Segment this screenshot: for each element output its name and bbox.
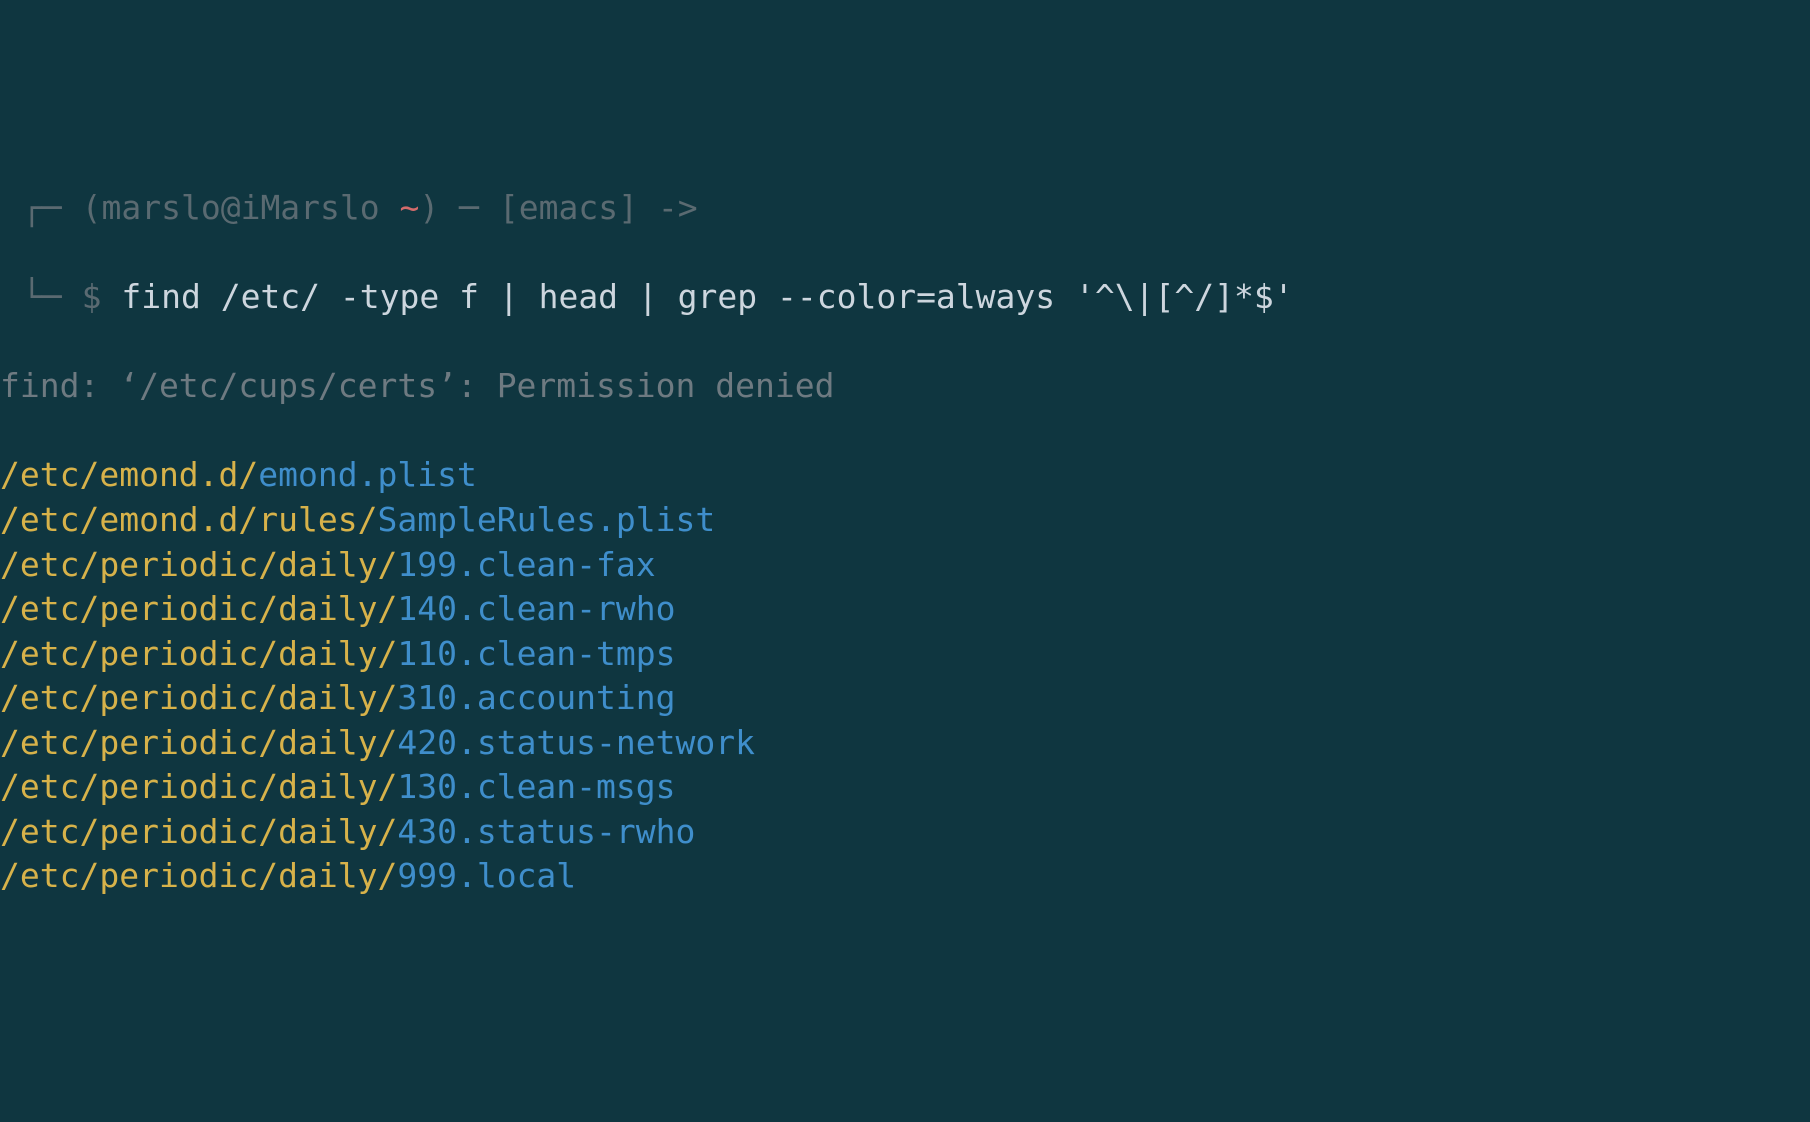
arrow-icon: ->	[658, 188, 698, 227]
error-line: find: ‘/etc/cups/certs’: Permission deni…	[0, 364, 1810, 409]
path-dir: /etc/periodic/daily/	[0, 856, 397, 895]
output-line: /etc/emond.d/rules/SampleRules.plist	[0, 498, 1810, 543]
paren-open: (	[82, 188, 102, 227]
corner-bottom-icon: └	[22, 277, 42, 316]
path-basename: SampleRules.plist	[378, 500, 716, 539]
output-line: /etc/periodic/daily/420.status-network	[0, 721, 1810, 766]
bracket-open: [	[499, 188, 519, 227]
path-dir: /etc/emond.d/	[0, 455, 258, 494]
prompt-line-2[interactable]: └─ $ find /etc/ -type f | head | grep --…	[0, 275, 1810, 320]
output-line: /etc/periodic/daily/140.clean-rwho	[0, 587, 1810, 632]
bracket-close: ]	[618, 188, 638, 227]
path-dir: /etc/periodic/daily/	[0, 678, 397, 717]
corner-top-icon: ┌	[22, 188, 42, 227]
path-dir: /etc/periodic/daily/	[0, 812, 397, 851]
path-basename: 420.status-network	[397, 723, 755, 762]
path-dir: /etc/periodic/daily/	[0, 545, 397, 584]
path-dir: /etc/emond.d/rules/	[0, 500, 378, 539]
command-input[interactable]: find /etc/ -type f | head | grep --color…	[121, 277, 1293, 316]
output-line: /etc/emond.d/emond.plist	[0, 453, 1810, 498]
path-basename: 999.local	[397, 856, 576, 895]
path-basename: 130.clean-msgs	[397, 767, 675, 806]
paren-close: )	[419, 188, 439, 227]
output-line: /etc/periodic/daily/110.clean-tmps	[0, 632, 1810, 677]
path-basename: 430.status-rwho	[397, 812, 695, 851]
user-host: marslo@iMarslo	[102, 188, 400, 227]
dash-icon: ─	[459, 188, 479, 227]
path-basename: emond.plist	[258, 455, 477, 494]
path-basename: 110.clean-tmps	[397, 634, 675, 673]
path-dir: /etc/periodic/daily/	[0, 589, 397, 628]
path-basename: 199.clean-fax	[397, 545, 655, 584]
path-dir: /etc/periodic/daily/	[0, 723, 397, 762]
path-dir: /etc/periodic/daily/	[0, 767, 397, 806]
output-line: /etc/periodic/daily/999.local	[0, 854, 1810, 899]
shell-mode: emacs	[519, 188, 618, 227]
path-basename: 310.accounting	[397, 678, 675, 717]
dollar-prompt: $	[62, 277, 122, 316]
output-line: /etc/periodic/daily/130.clean-msgs	[0, 765, 1810, 810]
tilde-icon: ~	[400, 188, 420, 227]
prompt-line-1: ┌─ (marslo@iMarslo ~) ─ [emacs] ->	[0, 186, 1810, 231]
output-line: /etc/periodic/daily/310.accounting	[0, 676, 1810, 721]
output-line: /etc/periodic/daily/430.status-rwho	[0, 810, 1810, 855]
dash-icon: ─	[42, 277, 62, 316]
path-dir: /etc/periodic/daily/	[0, 634, 397, 673]
output-lines: /etc/emond.d/emond.plist/etc/emond.d/rul…	[0, 453, 1810, 898]
path-basename: 140.clean-rwho	[397, 589, 675, 628]
output-line: /etc/periodic/daily/199.clean-fax	[0, 543, 1810, 588]
dash-icon: ─	[42, 188, 62, 227]
